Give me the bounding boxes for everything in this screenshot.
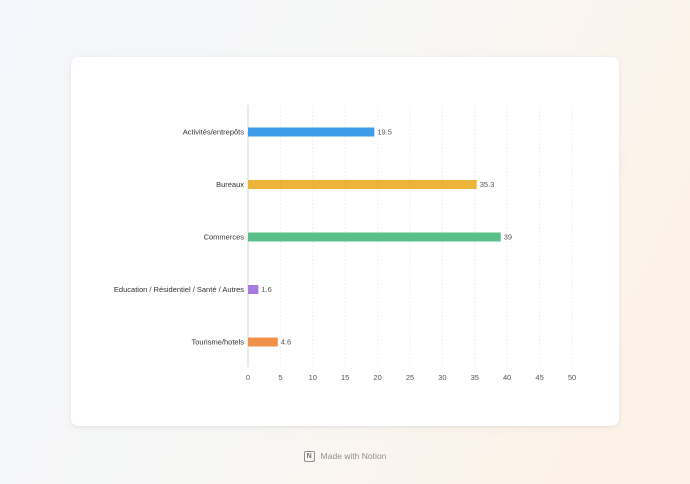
bars [248,127,501,347]
footer-text: Made with Notion [320,451,387,461]
x-tick-label: 20 [373,373,381,382]
data-label: 35.3 [480,180,495,189]
data-label: 39 [504,233,512,242]
category-label: Education / Résidentiel / Santé / Autres [114,285,244,294]
bar [248,285,259,294]
notion-logo-icon: N [303,450,315,462]
data-label: 4.6 [281,338,291,347]
data-label: 1.6 [261,285,271,294]
category-label: Activités/entrepôts [183,128,245,137]
bar [248,127,375,137]
x-tick-label: 5 [278,373,282,382]
x-tick-label: 0 [246,373,250,382]
bar [248,337,278,347]
x-tick-label: 35 [471,373,479,382]
x-tick-label: 40 [503,373,511,382]
x-tick-label: 50 [568,373,576,382]
x-tick-label: 25 [406,373,414,382]
x-tick-label: 30 [438,373,446,382]
made-with-notion[interactable]: N Made with Notion [0,448,690,464]
chart-card: 0 5 10 15 20 25 30 35 40 45 50 Activités/entrepôts 1… [71,57,619,426]
category-label: Bureaux [216,180,244,189]
bar [248,180,477,189]
category-label: Tourisme/hotels [191,338,244,347]
x-tick-label: 10 [309,373,317,382]
bar-chart: 0 5 10 15 20 25 30 35 40 45 50 Activités/entrepôts 1… [114,105,576,382]
data-label: 19.5 [377,128,392,137]
bar [248,232,501,242]
x-tick-label: 45 [535,373,543,382]
category-label: Commerces [204,233,245,242]
x-tick-label: 15 [341,373,349,382]
